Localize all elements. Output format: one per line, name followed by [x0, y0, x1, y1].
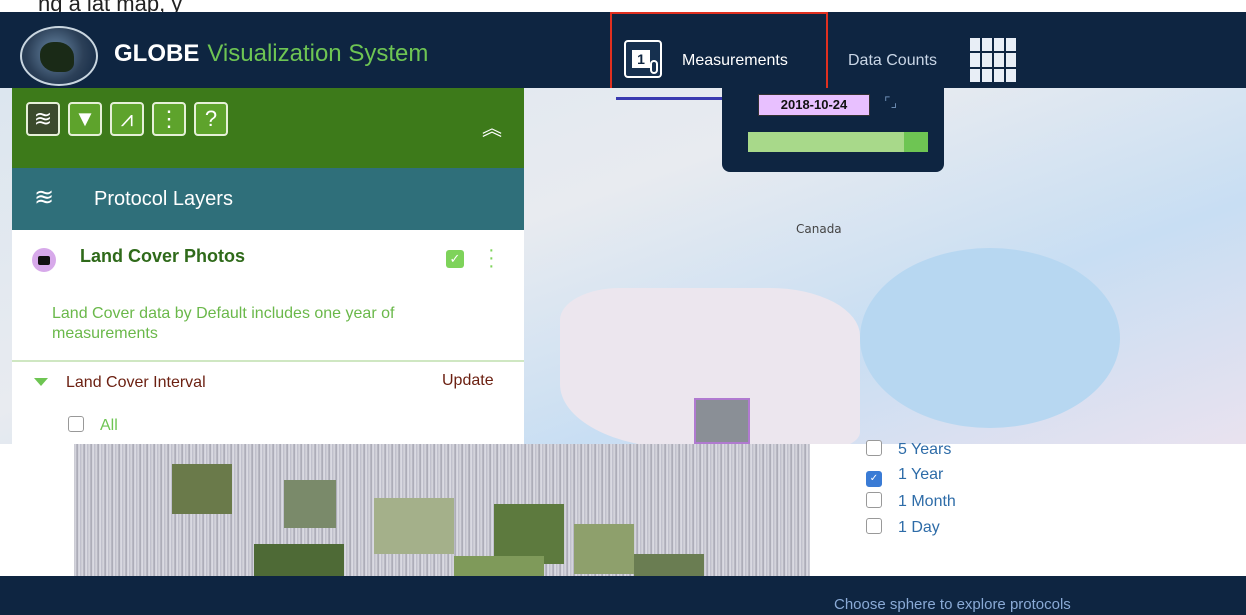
brand-sub: Visualization System	[207, 40, 429, 67]
checkbox-checked[interactable]: ✓	[866, 471, 882, 487]
option-label: 5 Years	[898, 441, 952, 458]
brand-main: GLOBE	[114, 40, 200, 67]
panel-toolbar: ≋ ▼ ⩘ ⋮ ? ︽	[12, 88, 524, 168]
option-label: 1 Day	[898, 519, 940, 536]
globe-logo[interactable]	[20, 26, 98, 86]
option-1-year[interactable]: ✓ 1 Year	[866, 466, 1066, 492]
filter-icon[interactable]: ▼	[68, 102, 102, 136]
highlight-box	[610, 12, 828, 92]
layer-description: Land Cover data by Default includes one …	[52, 305, 395, 342]
interval-title[interactable]: Land Cover Interval	[66, 374, 206, 392]
checkbox[interactable]	[866, 440, 882, 456]
layers-icon[interactable]: ≋	[26, 102, 60, 136]
compare-icon[interactable]: ⋮	[152, 102, 186, 136]
checkbox[interactable]	[68, 416, 84, 432]
update-button[interactable]: Update	[442, 372, 494, 390]
calendar-toggle-icon[interactable]: ⌜⌟	[884, 94, 897, 111]
map-bay-region	[860, 248, 1120, 428]
checkbox[interactable]	[866, 518, 882, 534]
help-icon[interactable]: ?	[194, 102, 228, 136]
interval-section: Land Cover Interval Update All	[12, 360, 524, 444]
layer-title[interactable]: Land Cover Photos	[80, 246, 245, 267]
map-label-canada: Canada	[796, 222, 842, 236]
caret-down-icon[interactable]	[34, 378, 48, 386]
option-label: 1 Month	[898, 493, 956, 510]
photo-thumbnail[interactable]	[494, 504, 564, 564]
photo-thumbnail[interactable]	[284, 480, 336, 528]
date-slider[interactable]	[748, 132, 928, 152]
chevron-up-icon[interactable]: ︽	[482, 112, 502, 141]
layer-card: Land Cover Photos ✓ · · · Land Cover data …	[12, 230, 524, 362]
interval-options: 5 Years ✓ 1 Year 1 Month 1 Day	[866, 440, 1066, 544]
checkbox[interactable]	[866, 492, 882, 508]
photo-thumbnail[interactable]	[172, 464, 232, 514]
side-panel: ≋ ▼ ⩘ ⋮ ? ︽ ≋ Protocol Layers Land Cover…	[12, 88, 524, 444]
date-input[interactable]: 2018-10-24	[758, 94, 870, 116]
date-slider-handle[interactable]	[904, 132, 928, 152]
option-1-day[interactable]: 1 Day	[866, 518, 1066, 544]
brand-title: GLOBE Visualization System	[114, 40, 428, 68]
section-title: Protocol Layers	[94, 188, 233, 210]
map-photo-thumbnail[interactable]	[694, 398, 750, 444]
layer-checkbox[interactable]: ✓	[446, 250, 464, 268]
date-control: 2018-10-24 ⌜⌟	[722, 88, 944, 172]
option-5-years[interactable]: 5 Years	[866, 440, 1066, 466]
chart-icon[interactable]: ⩘	[110, 102, 144, 136]
camera-icon	[32, 248, 56, 272]
calendar-grid-icon[interactable]	[970, 38, 1016, 82]
data-counts-tab[interactable]: Data Counts	[848, 52, 937, 70]
option-all[interactable]: All	[68, 416, 118, 435]
option-all-label: All	[100, 417, 118, 434]
option-label: 1 Year	[898, 466, 944, 483]
protocol-layers-header: ≋ Protocol Layers	[12, 168, 524, 230]
kebab-menu-icon[interactable]: · · ·	[488, 240, 495, 276]
layers-stack-icon: ≋	[34, 184, 55, 211]
choose-sphere-text[interactable]: Choose sphere to explore protocols	[834, 596, 1071, 613]
photo-thumbnail[interactable]	[574, 524, 634, 574]
option-1-month[interactable]: 1 Month	[866, 492, 1066, 518]
photo-thumbnail[interactable]	[374, 498, 454, 554]
